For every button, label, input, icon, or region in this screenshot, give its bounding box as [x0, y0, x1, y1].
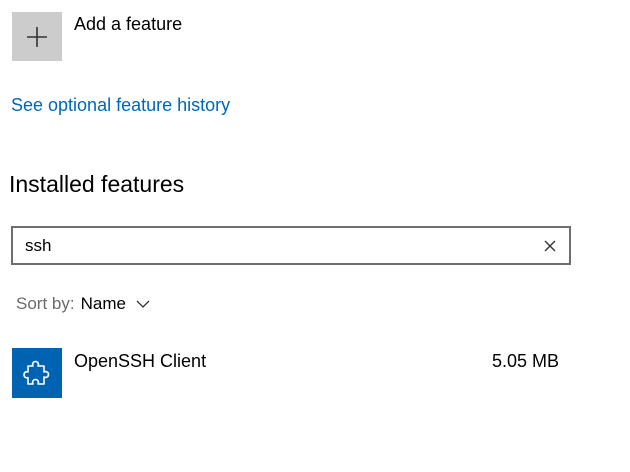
- feature-tile: [12, 348, 62, 398]
- feature-name: OpenSSH Client: [74, 351, 207, 371]
- sort-by-value: Name: [80, 294, 126, 313]
- installed-features-search-input[interactable]: [25, 234, 505, 258]
- feature-size: 5.05 MB: [491, 351, 559, 371]
- chevron-down-icon: [136, 300, 150, 308]
- sort-control: Sort by: Name: [16, 294, 150, 314]
- clear-search-button[interactable]: [541, 237, 559, 255]
- close-icon: [544, 240, 556, 252]
- installed-feature-item-openssh-client[interactable]: OpenSSH Client 5.05 MB: [12, 348, 572, 398]
- installed-features-search-box: [11, 226, 571, 265]
- puzzle-piece-icon: [23, 360, 50, 385]
- add-feature-tile: [12, 12, 62, 61]
- optional-features-page: Add a feature See optional feature histo…: [0, 0, 630, 472]
- installed-features-heading: Installed features: [9, 171, 185, 197]
- sort-by-dropdown[interactable]: Name: [81, 294, 150, 314]
- add-feature-button[interactable]: Add a feature: [12, 12, 182, 61]
- plus-icon: [27, 26, 47, 47]
- optional-feature-history-link[interactable]: See optional feature history: [11, 95, 230, 116]
- add-feature-label: Add a feature: [74, 14, 183, 34]
- sort-by-label: Sort by:: [16, 294, 75, 313]
